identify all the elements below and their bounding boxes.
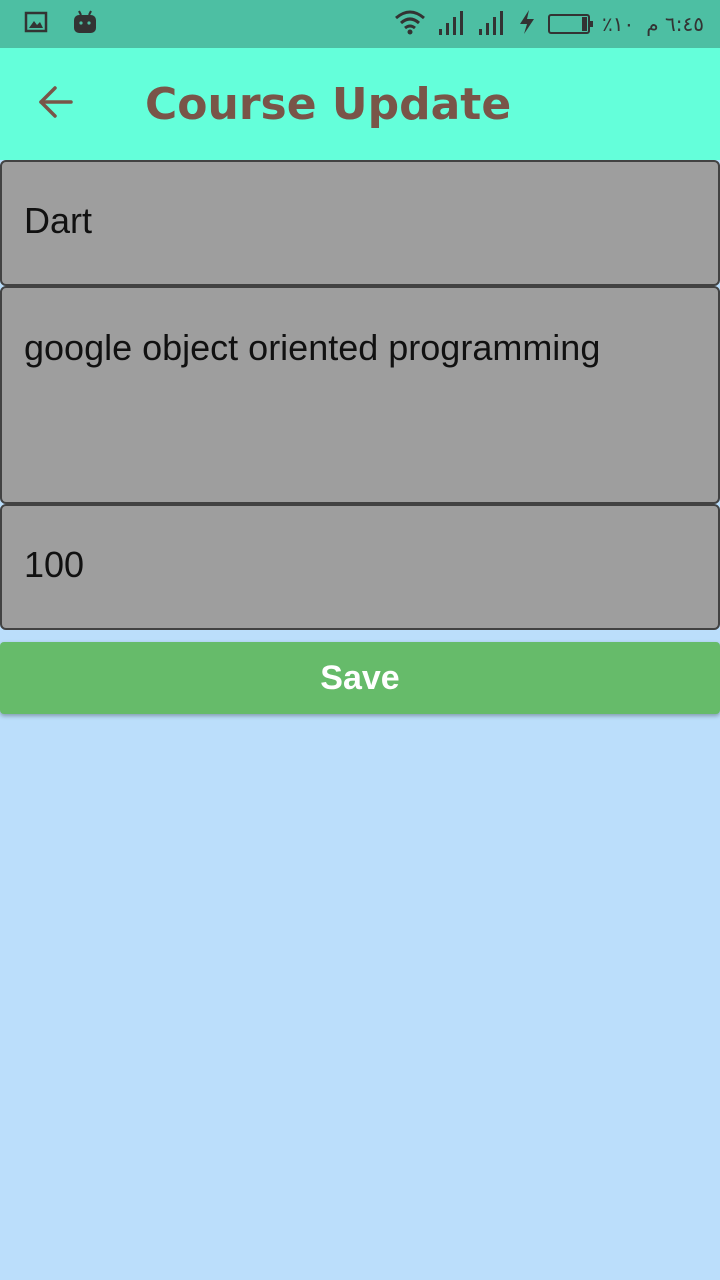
app-bar: Course Update (0, 48, 720, 160)
status-bar: ٪١٠ ٦:٤٥ م (0, 0, 720, 48)
status-right: ٪١٠ ٦:٤٥ م (394, 9, 720, 39)
course-price-field[interactable]: 100 (0, 504, 720, 630)
status-left (0, 9, 394, 39)
arrow-back-icon (36, 82, 76, 126)
status-time: ٦:٤٥ م (646, 12, 704, 36)
signal-icon (478, 9, 506, 39)
battery-level (582, 17, 588, 31)
save-button[interactable]: Save (0, 642, 720, 714)
course-name-field[interactable]: Dart (0, 160, 720, 286)
course-description-field[interactable]: google object oriented programming (0, 286, 720, 504)
battery-percent: ٪١٠ (602, 12, 635, 36)
gallery-icon (24, 10, 48, 38)
charging-icon (518, 9, 536, 39)
battery-icon (548, 14, 594, 34)
wifi-icon (394, 9, 426, 39)
android-icon (72, 9, 98, 39)
back-button[interactable] (0, 48, 112, 160)
page-title: Course Update (145, 78, 512, 130)
signal-icon (438, 9, 466, 39)
